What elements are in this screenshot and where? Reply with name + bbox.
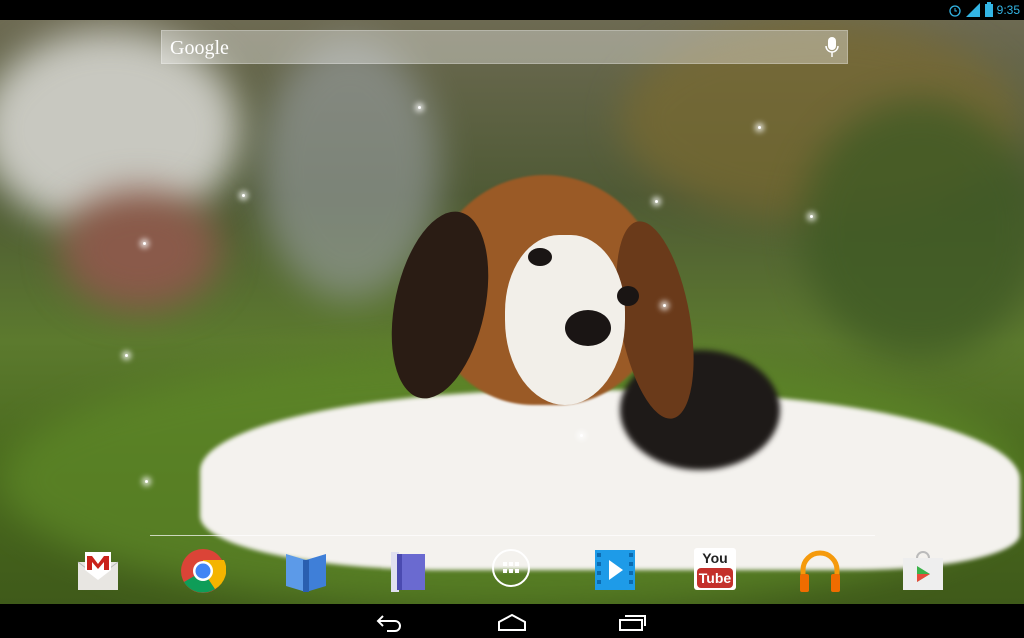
- battery-icon: [985, 2, 993, 17]
- signal-icon: [966, 3, 980, 17]
- alarm-icon: [949, 5, 961, 17]
- wallpaper: [0, 20, 1024, 604]
- mic-icon[interactable]: [825, 37, 839, 59]
- play-store-icon[interactable]: [900, 548, 946, 594]
- dog-body: [200, 390, 1020, 570]
- music-icon[interactable]: [797, 548, 843, 594]
- google-search-bar[interactable]: Google: [161, 30, 848, 64]
- movies-icon[interactable]: [591, 548, 637, 594]
- back-icon[interactable]: [375, 612, 405, 632]
- clock: 9:35: [996, 3, 1020, 17]
- magazines-icon[interactable]: [385, 548, 431, 594]
- google-logo: Google: [170, 37, 229, 59]
- status-bar: 9:35: [0, 0, 1024, 20]
- chrome-icon[interactable]: [180, 548, 227, 594]
- recents-icon[interactable]: [617, 612, 647, 632]
- app-drawer-icon[interactable]: [488, 548, 534, 594]
- home-icon[interactable]: [497, 612, 527, 632]
- youtube-icon[interactable]: You Tube: [694, 548, 740, 594]
- gmail-icon[interactable]: [75, 548, 121, 594]
- dock-divider: [150, 535, 875, 536]
- books-icon[interactable]: [283, 548, 329, 594]
- navigation-bar: [0, 604, 1024, 638]
